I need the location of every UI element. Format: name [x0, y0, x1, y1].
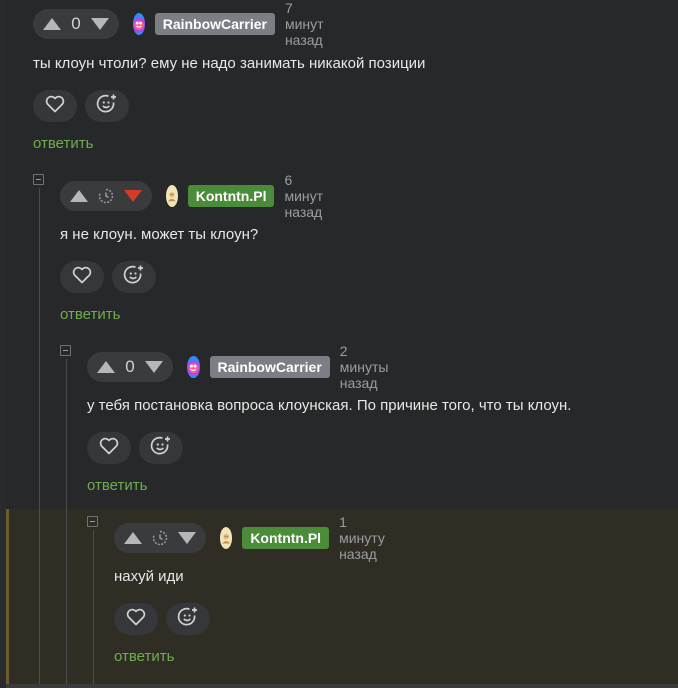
downvote-icon[interactable] — [178, 532, 196, 544]
comments-page: 0 RainbowCarrier 7 минут назад ты клоун … — [0, 0, 678, 688]
upvote-icon[interactable] — [97, 361, 115, 373]
vote-control — [114, 523, 206, 553]
comment-score: 0 — [125, 357, 135, 376]
comment-actions — [114, 603, 210, 635]
comment-actions — [33, 90, 129, 122]
upvote-icon[interactable] — [70, 190, 88, 202]
collapse-icon[interactable] — [60, 345, 71, 356]
scroll-edge — [6, 684, 678, 688]
like-button[interactable] — [114, 603, 158, 635]
comment-time[interactable]: 1 минуту назад — [339, 514, 394, 562]
comment-text: я не клоун. может ты клоун? — [60, 226, 259, 243]
reply-link[interactable]: ответить — [114, 648, 174, 665]
author-nickname[interactable]: RainbowCarrier — [154, 13, 275, 35]
author-nickname[interactable]: Kontntn.Pl — [242, 527, 330, 549]
vote-control: 0 — [87, 352, 173, 382]
timer-icon — [152, 530, 168, 546]
add-reaction-button[interactable] — [112, 261, 156, 293]
avatar[interactable] — [220, 527, 233, 549]
collapse-icon[interactable] — [87, 516, 98, 527]
comment-text: ты клоун чтоли? ему не надо занимать ник… — [33, 55, 426, 72]
reply-link[interactable]: ответить — [60, 306, 120, 323]
upvote-icon[interactable] — [124, 532, 142, 544]
add-reaction-button[interactable] — [85, 90, 129, 122]
new-comment-marker — [6, 509, 9, 688]
comment-text: у тебя постановка вопроса клоунская. По … — [87, 397, 572, 414]
heart-icon — [126, 608, 146, 631]
comment-time[interactable]: 2 минуты назад — [340, 343, 398, 391]
comment-time[interactable]: 6 минут назад — [284, 172, 333, 220]
thread-line[interactable] — [39, 188, 40, 688]
avatar[interactable] — [166, 185, 178, 207]
comment-actions — [87, 432, 183, 464]
heart-icon — [99, 437, 119, 460]
downvote-icon[interactable] — [145, 361, 163, 373]
vote-control: 0 — [33, 9, 119, 39]
reply-link[interactable]: ответить — [33, 135, 93, 152]
collapse-icon[interactable] — [33, 174, 44, 185]
downvote-icon[interactable] — [91, 18, 109, 30]
comment-text: нахуй иди — [114, 568, 184, 585]
like-button[interactable] — [33, 90, 77, 122]
heart-icon — [45, 95, 65, 118]
comment-actions — [60, 261, 156, 293]
like-button[interactable] — [60, 261, 104, 293]
avatar[interactable] — [187, 356, 200, 378]
add-reaction-icon — [177, 606, 199, 633]
comment-time[interactable]: 7 минут назад — [285, 0, 334, 48]
add-reaction-icon — [96, 93, 118, 120]
reply-link[interactable]: ответить — [87, 477, 147, 494]
author-nickname[interactable]: Kontntn.Pl — [187, 185, 275, 207]
avatar[interactable] — [133, 13, 145, 35]
downvote-icon[interactable] — [124, 190, 142, 202]
author-nickname[interactable]: RainbowCarrier — [209, 356, 330, 378]
comment-header: 0 RainbowCarrier 2 минуты назад — [87, 343, 398, 391]
upvote-icon[interactable] — [43, 18, 61, 30]
timer-icon — [98, 188, 114, 204]
thread-line[interactable] — [66, 359, 67, 688]
thread-line[interactable] — [93, 530, 94, 688]
add-reaction-icon — [150, 435, 172, 462]
heart-icon — [72, 266, 92, 289]
comment-header: 0 RainbowCarrier 7 минут назад — [33, 0, 334, 48]
like-button[interactable] — [87, 432, 131, 464]
comment-header: Kontntn.Pl 1 минуту назад — [114, 514, 395, 562]
vote-control — [60, 181, 152, 211]
comment-header: Kontntn.Pl 6 минут назад — [60, 172, 333, 220]
add-reaction-icon — [123, 264, 145, 291]
comment-score: 0 — [71, 14, 81, 33]
add-reaction-button[interactable] — [166, 603, 210, 635]
add-reaction-button[interactable] — [139, 432, 183, 464]
